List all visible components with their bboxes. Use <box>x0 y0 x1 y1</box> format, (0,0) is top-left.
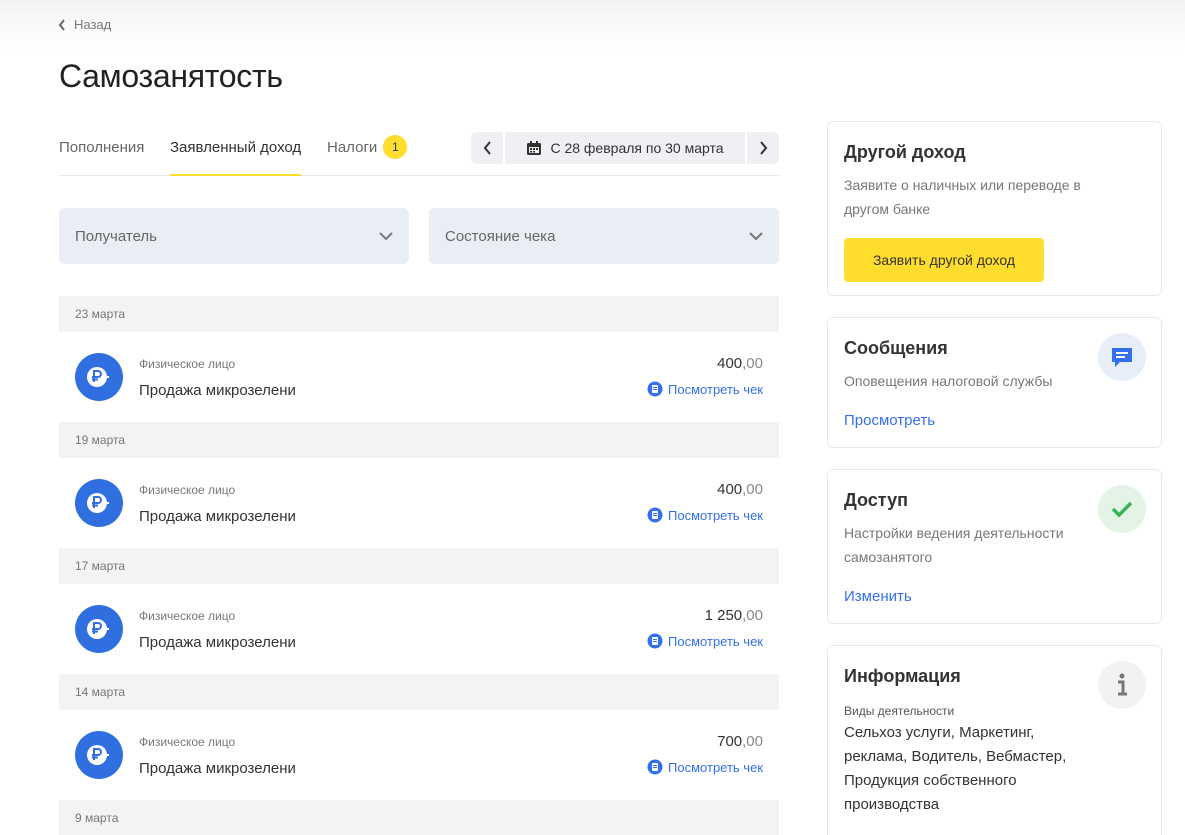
receipt-state-select-label: Состояние чека <box>445 227 556 245</box>
page-title: Самозанятость <box>59 58 283 94</box>
tab-top-ups[interactable]: Пополнения <box>59 130 144 176</box>
activity-types-label: Виды деятельности <box>844 704 955 718</box>
receipt-icon <box>647 381 663 397</box>
period-next-button[interactable] <box>747 132 779 164</box>
receipt-icon <box>647 759 663 775</box>
ruble-plus-icon <box>75 479 123 527</box>
operation-counterparty: Физическое лицо <box>139 735 236 749</box>
date-header: 17 марта <box>59 548 779 584</box>
operation-row[interactable]: Физическое лицо Продажа микрозелени 400,… <box>59 458 779 548</box>
change-access-link[interactable]: Изменить <box>844 588 912 605</box>
view-receipt-label: Посмотреть чек <box>668 507 763 523</box>
operation-title: Продажа микрозелени <box>139 508 296 525</box>
view-receipt-link[interactable]: Посмотреть чек <box>647 759 763 775</box>
info-icon <box>1098 661 1146 709</box>
operation-amount: 400,00 <box>717 481 763 498</box>
operation-row[interactable]: Физическое лицо Продажа микрозелени 1 25… <box>59 584 779 674</box>
card-description: Заявите о наличных или переводе в другом… <box>844 177 1081 217</box>
date-header: 23 марта <box>59 296 779 332</box>
tab-taxes[interactable]: Налоги 1 <box>327 130 408 176</box>
chevron-down-icon <box>379 232 393 240</box>
activity-types-value: Сельхоз услуги, Маркетинг, реклама, Води… <box>844 724 1067 813</box>
amount-integer: 1 250 <box>704 607 743 624</box>
amount-decimal: ,00 <box>742 481 763 498</box>
tab-label: Пополнения <box>59 139 145 156</box>
view-messages-link[interactable]: Просмотреть <box>844 412 935 429</box>
operation-row[interactable]: Физическое лицо Продажа микрозелени 400,… <box>59 332 779 422</box>
date-header: 9 марта <box>59 800 779 835</box>
tab-label: Налоги <box>327 139 378 156</box>
card-description: Оповещения налоговой службы <box>844 373 1053 389</box>
operation-title: Продажа микрозелени <box>139 760 296 777</box>
operation-amount: 700,00 <box>717 733 763 750</box>
period-range[interactable]: С 28 февраля по 30 марта <box>505 132 745 164</box>
chevron-left-icon <box>483 141 491 155</box>
back-label: Назад <box>74 17 112 32</box>
declare-other-income-button[interactable]: Заявить другой доход <box>844 238 1044 282</box>
chevron-right-icon <box>759 141 767 155</box>
message-icon <box>1098 333 1146 381</box>
operation-counterparty: Физическое лицо <box>139 357 236 371</box>
view-receipt-link[interactable]: Посмотреть чек <box>647 507 763 523</box>
date-header: 19 марта <box>59 422 779 458</box>
calendar-icon <box>527 141 542 155</box>
period-prev-button[interactable] <box>471 132 503 164</box>
operation-title: Продажа микрозелени <box>139 382 296 399</box>
info-card: Информация Виды деятельности Сельхоз усл… <box>827 645 1162 835</box>
card-title: Доступ <box>844 490 908 510</box>
tab-label: Заявленный доход <box>170 139 302 156</box>
operation-amount: 1 250,00 <box>705 607 763 624</box>
card-title: Сообщения <box>844 338 948 358</box>
operation-row[interactable]: Физическое лицо Продажа микрозелени 700,… <box>59 710 779 800</box>
operation-amount: 400,00 <box>717 355 763 372</box>
card-title: Другой доход <box>844 142 966 162</box>
recipient-select[interactable]: Получатель <box>59 208 409 264</box>
chevron-left-icon <box>58 18 65 31</box>
receipt-icon <box>647 507 663 523</box>
tab-declared-income[interactable]: Заявленный доход <box>170 130 302 176</box>
recipient-select-label: Получатель <box>75 227 157 245</box>
card-title: Информация <box>844 666 961 686</box>
operation-counterparty: Физическое лицо <box>139 609 236 623</box>
view-receipt-label: Посмотреть чек <box>668 633 763 649</box>
messages-card: Сообщения Оповещения налоговой службы Пр… <box>827 317 1162 448</box>
ruble-plus-icon <box>75 731 123 779</box>
amount-decimal: ,00 <box>742 607 763 624</box>
date-header: 14 марта <box>59 674 779 710</box>
view-receipt-label: Посмотреть чек <box>668 759 763 775</box>
ruble-plus-icon <box>75 353 123 401</box>
amount-integer: 400 <box>717 481 743 498</box>
operations-list: 23 марта Физическое лицо Продажа микрозе… <box>59 296 779 835</box>
amount-decimal: ,00 <box>742 355 763 372</box>
view-receipt-link[interactable]: Посмотреть чек <box>647 381 763 397</box>
check-icon <box>1098 485 1146 533</box>
amount-decimal: ,00 <box>742 733 763 750</box>
back-link[interactable]: Назад <box>58 17 111 32</box>
operation-counterparty: Физическое лицо <box>139 483 236 497</box>
operation-title: Продажа микрозелени <box>139 634 296 651</box>
chevron-down-icon <box>749 232 763 240</box>
view-receipt-label: Посмотреть чек <box>668 381 763 397</box>
other-income-card: Другой доход Заявите о наличных или пере… <box>827 121 1162 296</box>
ruble-plus-icon <box>75 605 123 653</box>
period-selector: С 28 февраля по 30 марта <box>471 132 779 164</box>
card-description: Настройки ведения деятельности самозанят… <box>844 525 1064 565</box>
receipt-state-select[interactable]: Состояние чека <box>429 208 779 264</box>
view-receipt-link[interactable]: Посмотреть чек <box>647 633 763 649</box>
amount-integer: 400 <box>717 355 743 372</box>
taxes-count-badge: 1 <box>383 135 408 160</box>
access-card: Доступ Настройки ведения деятельности са… <box>827 469 1162 624</box>
receipt-icon <box>647 633 663 649</box>
amount-integer: 700 <box>717 733 743 750</box>
top-bar <box>0 0 1185 50</box>
period-label: С 28 февраля по 30 марта <box>550 140 724 156</box>
